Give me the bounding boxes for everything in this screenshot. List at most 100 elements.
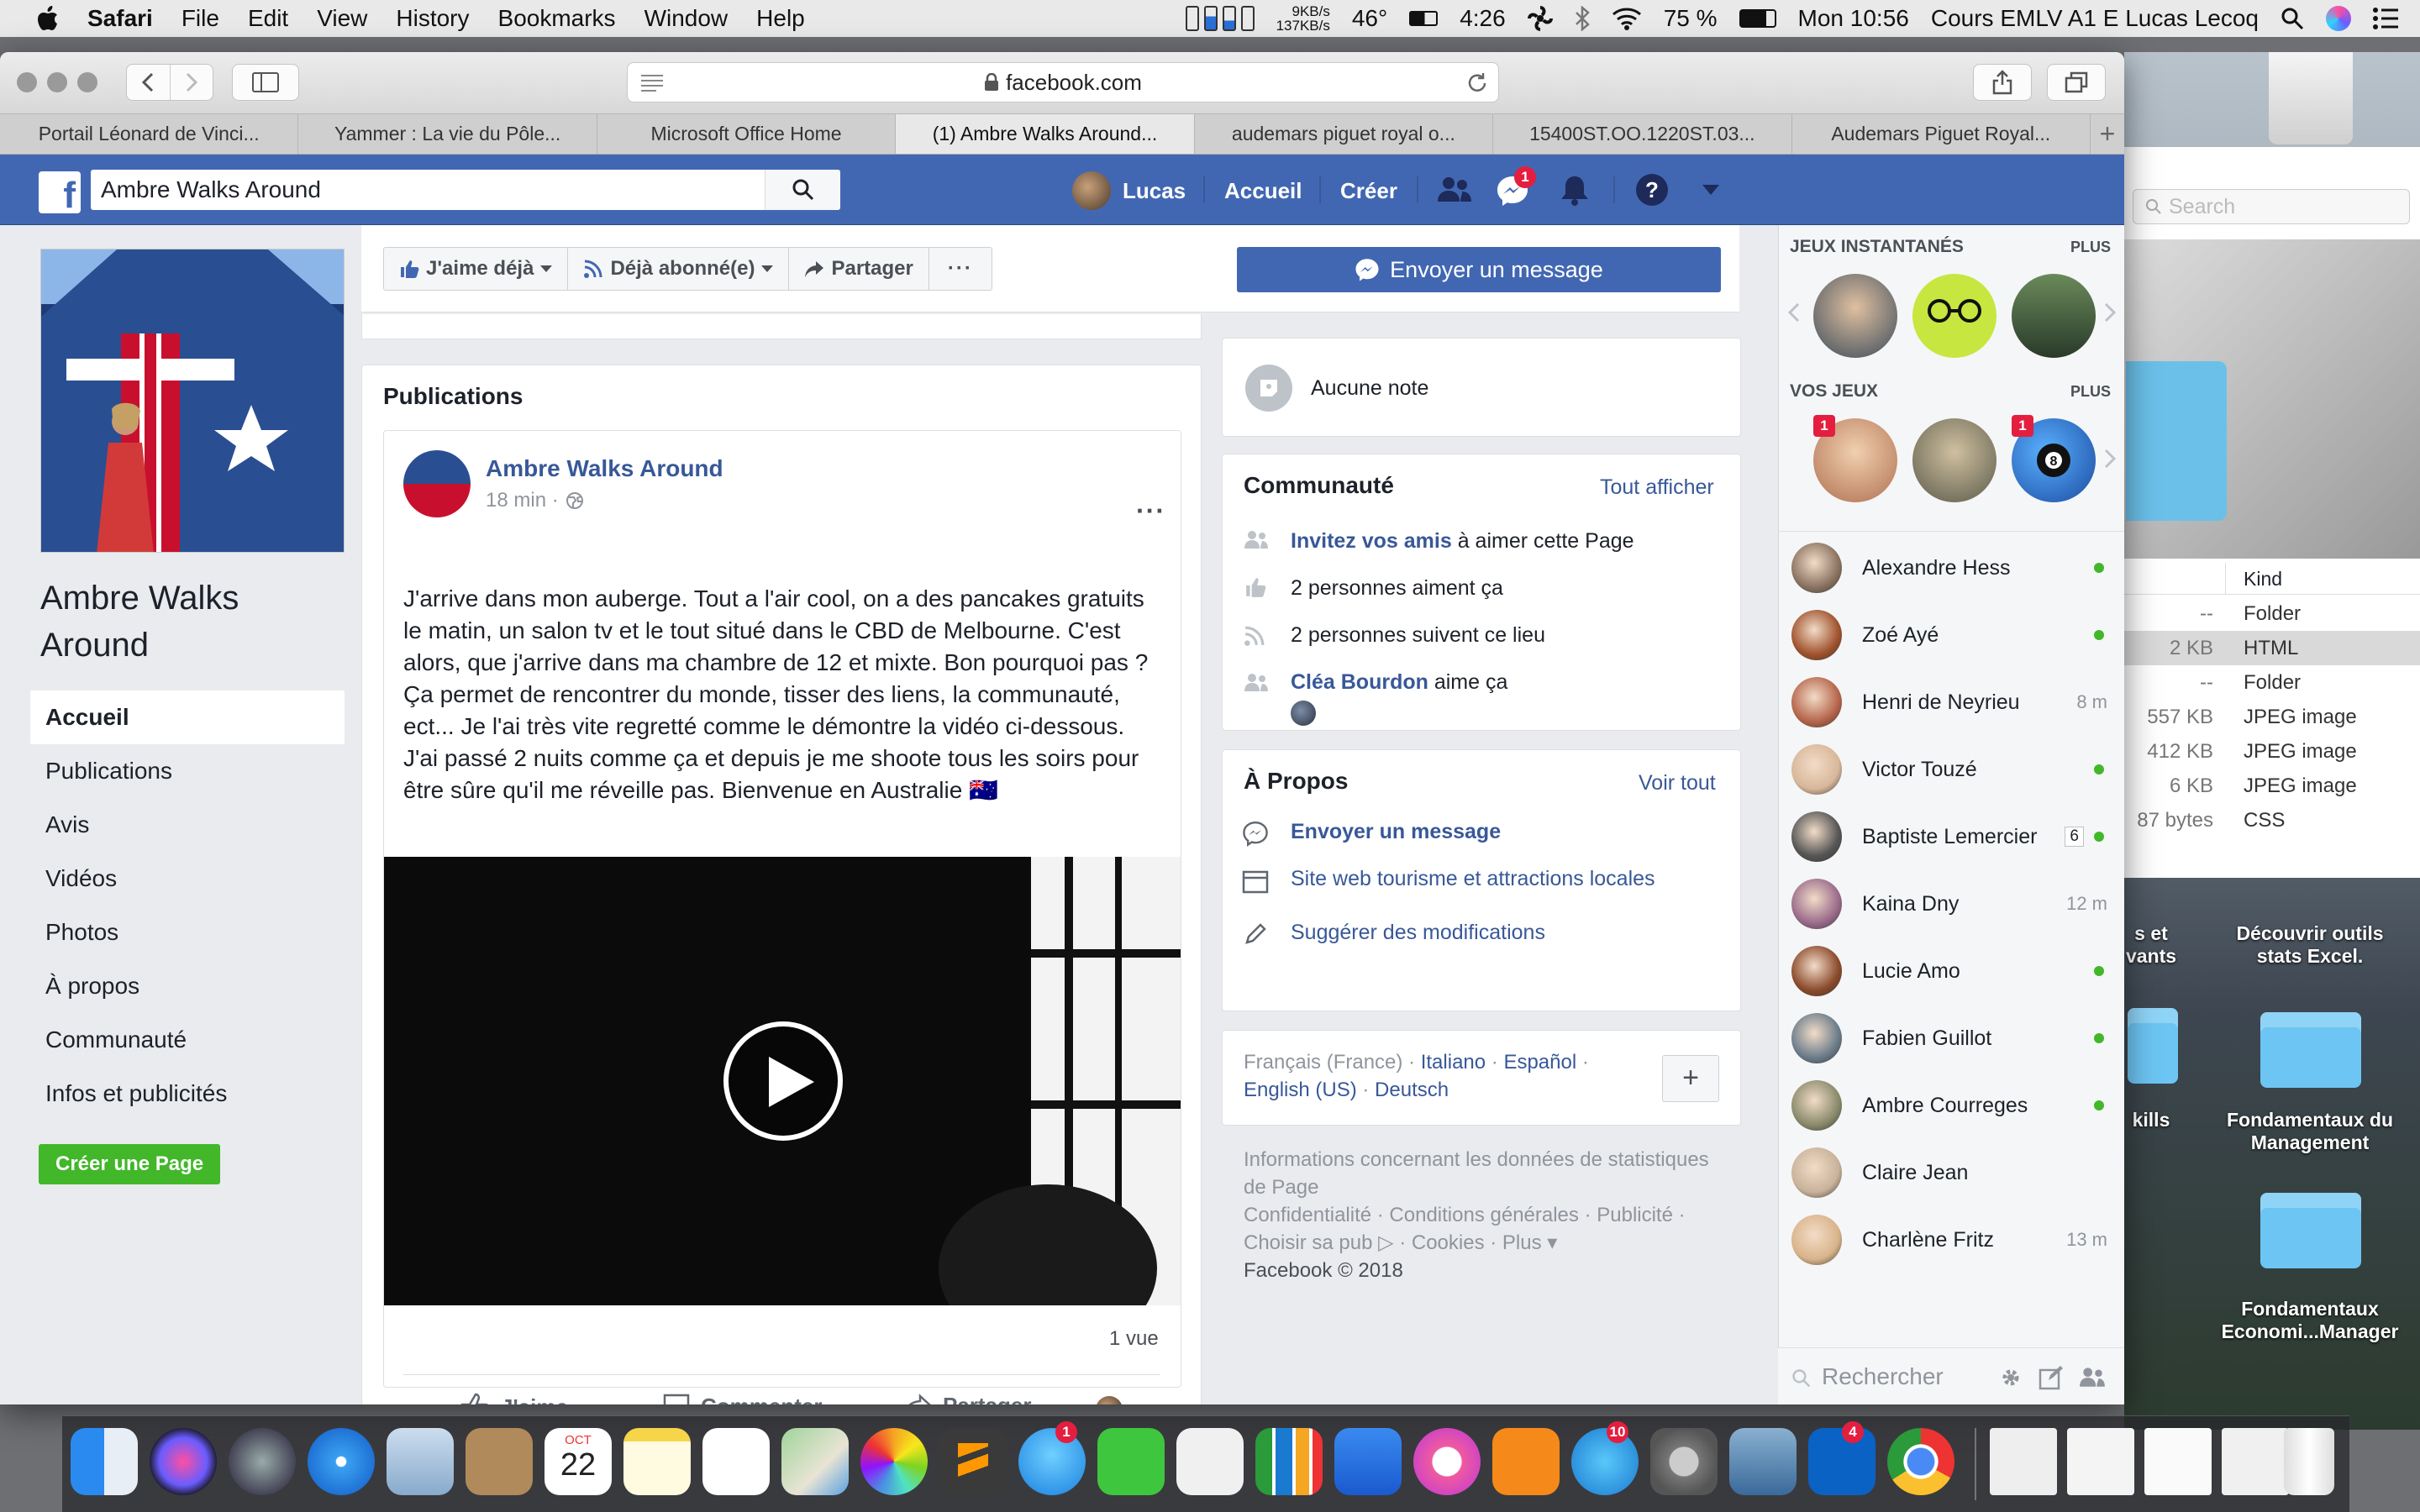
finder-icon[interactable] xyxy=(71,1428,138,1495)
contacts-icon[interactable] xyxy=(466,1428,533,1495)
keynote-icon[interactable] xyxy=(1334,1428,1402,1495)
page-nav-accueil[interactable]: Accueil xyxy=(30,690,345,744)
help-icon[interactable]: ? xyxy=(1635,173,1669,207)
tab-audemars-1[interactable]: audemars piguet royal o... xyxy=(1195,114,1494,154)
community-see-all[interactable]: Tout afficher xyxy=(1600,475,1714,500)
reader-icon[interactable] xyxy=(639,73,665,92)
chat-friend-row[interactable]: Zoé Ayé xyxy=(1791,601,2111,669)
sublime-text-icon[interactable] xyxy=(939,1428,1007,1495)
preview-icon[interactable] xyxy=(1729,1428,1797,1495)
app-store-icon[interactable] xyxy=(1571,1428,1639,1495)
reminders-icon[interactable] xyxy=(702,1428,770,1495)
siri-icon[interactable] xyxy=(2326,6,2351,31)
chat-friend-row[interactable]: Ambre Courreges xyxy=(1791,1072,2111,1139)
friend-like-avatar[interactable] xyxy=(1291,701,1316,726)
menu-app-name[interactable]: Safari xyxy=(87,5,153,32)
battery-icon[interactable] xyxy=(1739,9,1776,28)
finder-row[interactable]: 2 KB HTML xyxy=(2124,631,2420,665)
launchpad-icon[interactable] xyxy=(229,1428,296,1495)
address-bar[interactable]: facebook.com xyxy=(627,62,1499,102)
dock-thumbnail-1[interactable] xyxy=(1990,1428,2057,1495)
chrome-icon[interactable] xyxy=(1887,1428,1954,1495)
chat-friend-row[interactable]: Lucie Amo xyxy=(1791,937,2111,1005)
finder-row[interactable]: -- Folder xyxy=(2124,596,2420,631)
messages-icon[interactable] xyxy=(1018,1428,1086,1495)
game-thumbnail[interactable] xyxy=(2012,274,2096,358)
post-as-selector[interactable] xyxy=(1096,1396,1143,1404)
finder-row[interactable]: 412 KB JPEG image xyxy=(2124,734,2420,769)
chat-friend-row[interactable]: Claire Jean xyxy=(1791,1139,2111,1206)
invite-friends-link[interactable]: Invitez vos amis xyxy=(1291,529,1452,553)
chat-friend-row[interactable]: Baptiste Lemercier 6 xyxy=(1791,803,2111,870)
desktop-drive-icon[interactable] xyxy=(2269,52,2353,144)
bluetooth-icon[interactable] xyxy=(1575,6,1590,31)
finder-row[interactable]: 87 bytes CSS xyxy=(2124,803,2420,837)
notification-center-icon[interactable] xyxy=(2373,8,2398,29)
new-tab-button[interactable]: + xyxy=(2091,114,2124,154)
zoom-window-button[interactable] xyxy=(77,72,97,92)
minimize-window-button[interactable] xyxy=(47,72,67,92)
spotlight-icon[interactable] xyxy=(2281,7,2304,30)
likes-count[interactable]: 2 personnes aiment ça xyxy=(1291,576,1503,601)
follows-count[interactable]: 2 personnes suivent ce lieu xyxy=(1291,623,1545,648)
page-nav-videos[interactable]: Vidéos xyxy=(30,852,345,906)
finder-col-kind[interactable]: Kind xyxy=(2244,568,2282,591)
desktop-folder[interactable] xyxy=(2128,1008,2178,1084)
finder-row[interactable]: -- Folder xyxy=(2124,665,2420,700)
language-deutsch[interactable]: Deutsch xyxy=(1375,1079,1449,1101)
share-page-button[interactable]: Partager xyxy=(789,248,929,290)
facebook-search-input[interactable]: Ambre Walks Around xyxy=(91,170,840,210)
post-share-button[interactable]: Partager xyxy=(902,1393,1032,1404)
fan-icon[interactable] xyxy=(1527,6,1553,31)
temperature[interactable]: 46° xyxy=(1352,5,1387,32)
battery-percent[interactable]: 75 % xyxy=(1664,5,1718,32)
chevron-left-icon[interactable] xyxy=(1788,302,1800,323)
outlook-icon[interactable] xyxy=(1808,1428,1876,1495)
my-games-more[interactable]: PLUS xyxy=(2070,383,2111,401)
chat-search-input[interactable]: Rechercher xyxy=(1822,1363,1944,1390)
battery-time[interactable]: 4:26 xyxy=(1460,5,1506,32)
friend-requests-icon[interactable] xyxy=(1437,175,1472,203)
reload-icon[interactable] xyxy=(1466,72,1488,94)
about-send-message[interactable]: Envoyer un message xyxy=(1291,820,1501,844)
menu-help[interactable]: Help xyxy=(756,5,805,32)
menu-view[interactable]: View xyxy=(317,5,367,32)
back-button[interactable] xyxy=(127,65,171,100)
apple-icon[interactable] xyxy=(37,6,59,31)
close-window-button[interactable] xyxy=(17,72,37,92)
instant-games-more[interactable]: PLUS xyxy=(2070,239,2111,256)
language-english[interactable]: English (US) xyxy=(1244,1079,1357,1101)
create-link[interactable]: Créer xyxy=(1340,178,1397,204)
photos-icon[interactable] xyxy=(860,1428,928,1495)
user-name-link[interactable]: Lucas xyxy=(1123,178,1186,204)
page-profile-photo[interactable] xyxy=(40,249,345,553)
menu-bookmarks[interactable]: Bookmarks xyxy=(498,5,616,32)
desktop-label-e[interactable]: Fondamentaux Economi...Manager xyxy=(2213,1298,2407,1343)
cpu-meter-icon[interactable] xyxy=(1185,6,1255,31)
game-thumbnail[interactable] xyxy=(1912,274,1996,358)
clock[interactable]: Mon 10:56 xyxy=(1798,5,1909,32)
follow-page-button[interactable]: Déjà abonné(e) xyxy=(568,248,790,290)
post-comment-button[interactable]: Commenter xyxy=(662,1393,822,1404)
menu-edit[interactable]: Edit xyxy=(248,5,288,32)
desktop-label-b[interactable]: Découvrir outils stats Excel. xyxy=(2222,922,2398,968)
friend-like-link[interactable]: Cléa Bourdon xyxy=(1291,670,1428,694)
post-like-button[interactable]: J'aime xyxy=(460,1393,568,1404)
tab-audemars-2[interactable]: Audemars Piguet Royal... xyxy=(1792,114,2091,154)
chat-friend-row[interactable]: Alexandre Hess xyxy=(1791,534,2111,601)
textedit-icon[interactable] xyxy=(1176,1428,1244,1495)
more-options-button[interactable]: ··· xyxy=(929,248,992,290)
itunes-icon[interactable] xyxy=(1413,1428,1481,1495)
page-nav-a-propos[interactable]: À propos xyxy=(30,959,345,1013)
tab-office[interactable]: Microsoft Office Home xyxy=(597,114,897,154)
about-see-all[interactable]: Voir tout xyxy=(1639,771,1716,795)
search-button[interactable] xyxy=(765,170,840,210)
post-more-button[interactable]: ··· xyxy=(1136,496,1165,527)
page-nav-avis[interactable]: Avis xyxy=(30,798,345,852)
share-button[interactable] xyxy=(1973,64,2032,101)
chat-friend-row[interactable]: Charlène Fritz 13 m xyxy=(1791,1206,2111,1273)
post-video[interactable] xyxy=(384,857,1181,1305)
about-suggest-edits[interactable]: Suggérer des modifications xyxy=(1291,921,1545,945)
dock-thumbnail-2[interactable] xyxy=(2067,1428,2134,1495)
add-language-button[interactable]: + xyxy=(1662,1055,1719,1102)
